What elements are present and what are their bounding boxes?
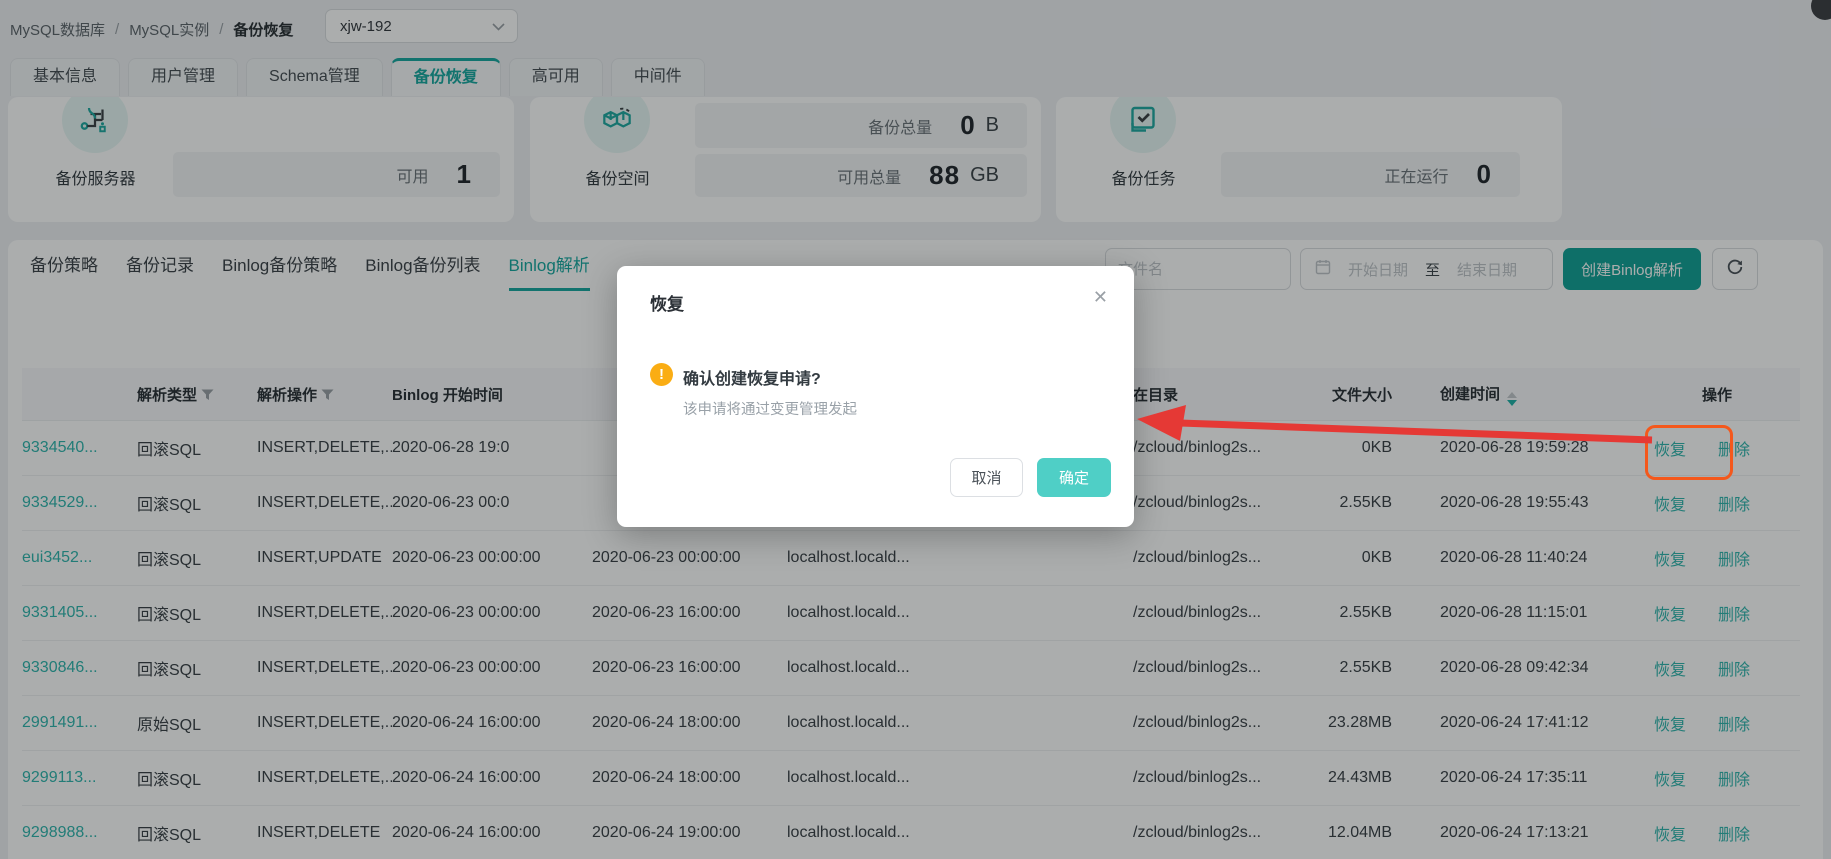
modal-message: 确认创建恢复申请? [683,371,821,388]
confirm-button[interactable]: 确定 [1037,458,1111,497]
modal-title: 恢复 [650,295,684,314]
mysql-backup-restore-page: MySQL数据库 / MySQL实例 / 备份恢复 xjw-192 基本信息 用户管理 Sc… [0,0,1831,859]
close-icon[interactable]: ✕ [1093,288,1108,306]
warning-icon: ! [650,363,673,386]
modal-submessage: 该申请将通过变更管理发起 [683,402,857,418]
cancel-button[interactable]: 取消 [950,458,1023,497]
restore-confirm-modal: 恢复 ✕ ! 确认创建恢复申请? 该申请将通过变更管理发起 取消 确定 [617,266,1134,527]
